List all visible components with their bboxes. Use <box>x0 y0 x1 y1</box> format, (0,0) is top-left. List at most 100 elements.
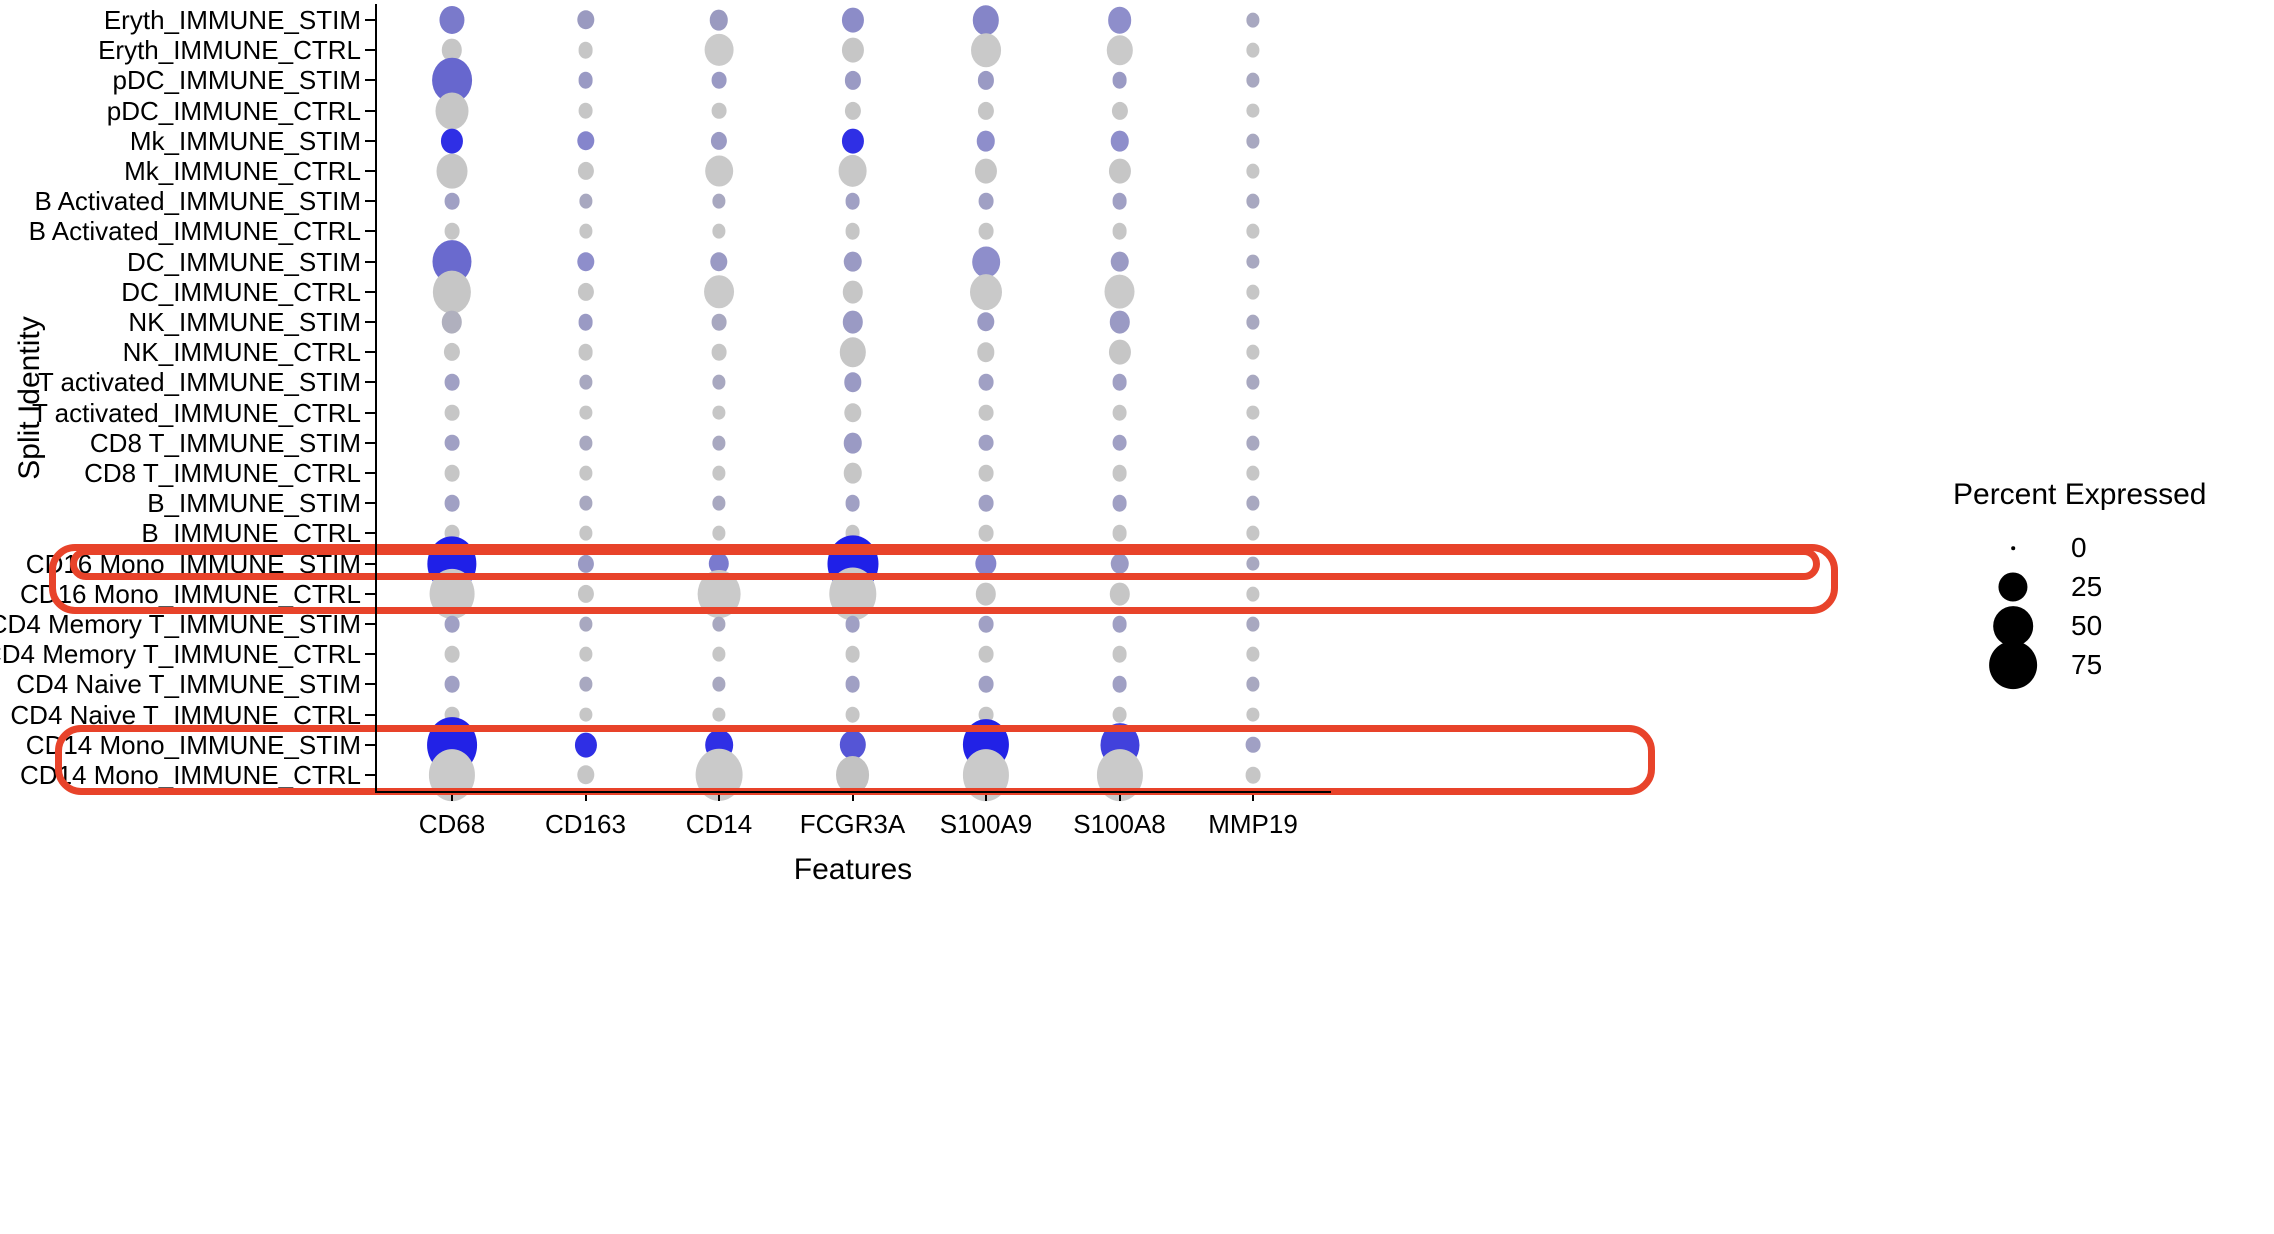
dot-marker <box>578 343 593 361</box>
y-axis-tick-label: T activated_IMMUNE_CTRL <box>32 397 361 428</box>
x-axis-tick-label: FCGR3A <box>799 809 906 839</box>
y-axis-tick-label: DC_IMMUNE_CTRL <box>121 276 361 307</box>
dot-marker <box>978 615 994 633</box>
dot-marker <box>977 312 995 332</box>
dot-marker <box>435 92 469 130</box>
dot-marker <box>844 71 861 90</box>
dot-marker <box>843 462 862 484</box>
dot-marker <box>845 615 860 633</box>
dot-marker <box>712 707 726 722</box>
dot-marker <box>444 223 460 240</box>
y-axis-tick <box>365 713 375 716</box>
dot-marker <box>711 102 727 119</box>
dot-marker <box>1246 223 1260 239</box>
dot-marker <box>444 645 460 663</box>
dot-marker <box>1246 284 1260 300</box>
x-axis-tick-label: S100A9 <box>939 809 1033 839</box>
dot-marker <box>843 402 862 423</box>
dot-marker <box>841 37 864 63</box>
dot-marker <box>845 223 860 240</box>
dot-marker <box>1246 646 1260 662</box>
dot-marker <box>578 435 593 451</box>
dot-marker <box>1110 251 1129 272</box>
y-axis-tick <box>365 290 375 293</box>
dot-marker <box>578 223 593 239</box>
dot-marker <box>1112 404 1127 421</box>
dot-marker <box>843 251 862 272</box>
dot-marker <box>578 193 593 209</box>
dot-marker <box>1112 374 1127 391</box>
dot-marker <box>1112 72 1127 89</box>
dot-marker <box>704 34 734 67</box>
y-axis-tick <box>365 170 375 172</box>
y-axis-tick-label: B_IMMUNE_CTRL <box>141 518 361 549</box>
dot-marker <box>712 465 726 481</box>
dot-marker <box>1112 615 1127 633</box>
x-axis-tick-label: S100A8 <box>1073 809 1166 839</box>
y-axis-tick-label: CD4 Naive T_IMMUNE_CTRL <box>10 699 361 730</box>
y-axis-tick-label: CD8 T_IMMUNE_STIM <box>89 427 361 458</box>
y-axis-tick <box>365 109 375 112</box>
y-axis-tick-label: Eryth_IMMUNE_CTRL <box>98 35 361 66</box>
dot-marker <box>1112 464 1127 482</box>
y-axis-tick <box>365 230 375 233</box>
y-axis-tick-label: NK_IMMUNE_CTRL <box>122 337 361 368</box>
dot-marker <box>1246 616 1260 632</box>
dot-marker <box>444 464 460 482</box>
dot-marker <box>845 676 860 693</box>
x-axis-title: Features <box>793 853 913 886</box>
dot-marker <box>1107 6 1132 34</box>
dot-marker <box>1246 42 1260 58</box>
dot-marker <box>578 41 593 59</box>
dot-marker <box>712 495 726 511</box>
dot-marker <box>842 310 863 334</box>
cd14-mono-box <box>55 724 1655 795</box>
dot-marker <box>1246 314 1260 330</box>
dot-marker <box>1246 525 1260 541</box>
dot-marker <box>1112 706 1127 723</box>
y-axis-tick <box>365 532 375 535</box>
y-axis-tick <box>365 79 375 82</box>
dot-marker <box>978 676 994 693</box>
dot-marker <box>839 337 866 367</box>
dot-marker <box>1246 103 1260 118</box>
dot-marker <box>845 192 860 210</box>
y-axis-tick <box>365 623 375 625</box>
size-legend-label: 75 <box>2071 649 2103 680</box>
x-axis-line <box>375 791 1331 793</box>
dot-marker <box>971 33 1001 67</box>
dot-marker <box>444 404 460 421</box>
dot-marker <box>577 282 594 301</box>
dot-marker <box>712 374 726 390</box>
dot-marker <box>1112 645 1127 663</box>
y-axis-tick-label: pDC_IMMUNE_STIM <box>112 65 361 96</box>
dot-marker <box>711 313 727 331</box>
dot-marker <box>1112 192 1127 210</box>
dot-marker <box>709 9 729 31</box>
dot-marker <box>1104 274 1135 310</box>
dot-marker <box>712 646 726 662</box>
dot-marker <box>972 5 1000 35</box>
y-axis-tick-label: CD4 Memory T_IMMUNE_STIM <box>0 609 361 639</box>
dot-marker <box>576 251 595 272</box>
dot-marker <box>578 646 593 662</box>
size-legend-dot <box>1989 641 2037 689</box>
dot-marker <box>712 525 726 541</box>
dot-marker <box>1109 310 1130 334</box>
dot-marker <box>978 434 994 452</box>
dot-marker <box>712 193 726 209</box>
dot-marker <box>578 616 593 632</box>
y-axis-tick <box>365 653 375 656</box>
dot-marker <box>1112 223 1127 240</box>
dot-marker <box>1246 495 1260 511</box>
dot-plot-figure: Split Identity Eryth_IMMUNE_STIM Eryth_IM… <box>0 0 2274 1234</box>
dot-marker <box>578 707 593 722</box>
dot-marker <box>578 465 593 481</box>
size-legend-label: 50 <box>2071 610 2103 641</box>
dot-marker <box>444 374 460 391</box>
dot-marker <box>1246 405 1260 420</box>
dot-marker <box>843 432 862 454</box>
dot-marker <box>578 405 593 420</box>
y-axis-tick <box>365 200 375 203</box>
dot-marker <box>1112 494 1127 512</box>
